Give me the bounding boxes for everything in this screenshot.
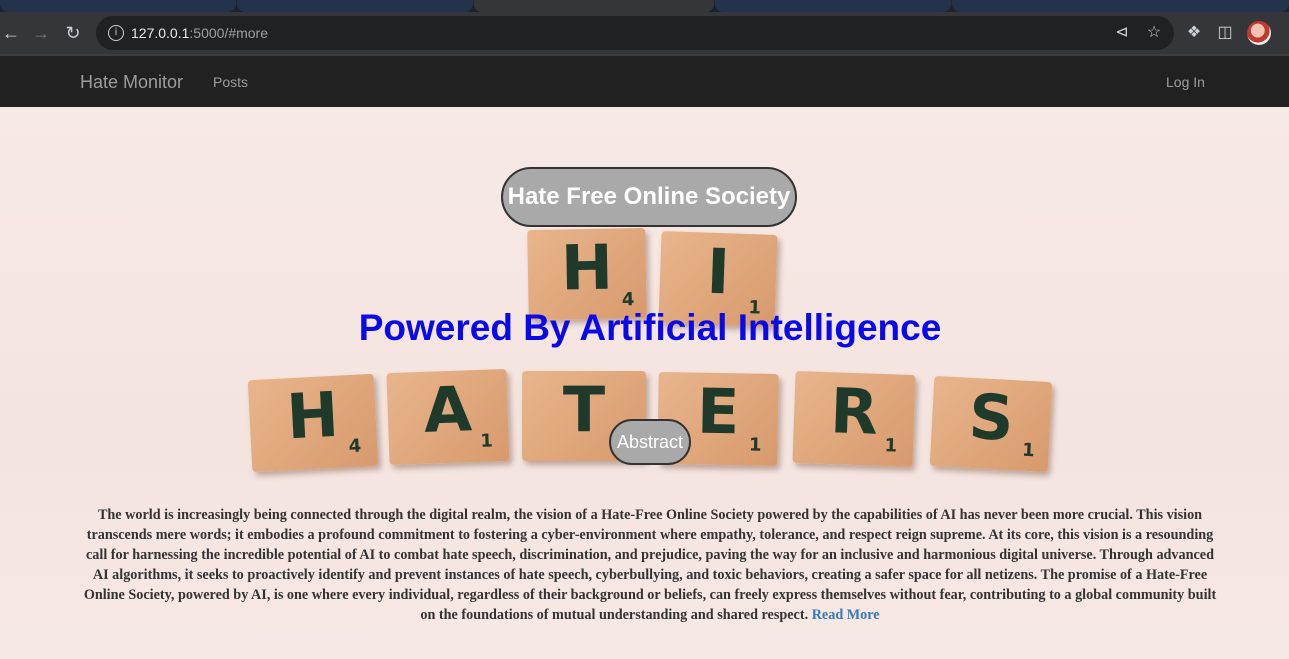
brand-link[interactable]: Hate Monitor [80, 72, 183, 93]
browser-tab-active[interactable] [474, 0, 714, 12]
tile-score: 1 [479, 430, 494, 452]
reload-icon[interactable]: ↻ [62, 22, 84, 44]
read-more-link[interactable]: Read More [812, 607, 880, 623]
abstract-paragraph: The world is increasingly being connecte… [80, 505, 1220, 625]
scrabble-tile-r: R 1 [792, 370, 916, 468]
url-path: :5000/#more [189, 25, 268, 41]
site-info-icon[interactable]: i [108, 25, 124, 41]
browser-tab[interactable] [715, 0, 951, 12]
address-bar[interactable]: i 127.0.0.1:5000/#more ⊲ ☆ [96, 16, 1174, 50]
side-panel-icon[interactable]: ◫ [1214, 22, 1236, 44]
hero-headline: Powered By Artificial Intelligence [358, 307, 942, 348]
browser-tab[interactable] [952, 0, 1289, 12]
bookmark-star-icon[interactable]: ☆ [1144, 23, 1164, 43]
tab-strip [0, 0, 1289, 12]
tile-score: 1 [748, 434, 762, 456]
browser-toolbar: ← → ↻ i 127.0.0.1:5000/#more ⊲ ☆ ❖ ◫ [0, 12, 1289, 54]
hero-title-button[interactable]: Hate Free Online Society [501, 167, 797, 227]
extensions-icon[interactable]: ❖ [1183, 22, 1205, 44]
address-url[interactable]: 127.0.0.1:5000/#more [131, 25, 268, 41]
back-icon[interactable]: ← [0, 22, 22, 44]
scrabble-tile-h: H 4 [247, 373, 379, 473]
hero-section: H 4 I 1 H 4 A 1 T 1 E 1 R 1 S 1 Hate Fre… [0, 107, 1289, 659]
site-navbar: Hate Monitor Posts Log In [0, 56, 1289, 107]
url-host: 127.0.0.1 [131, 25, 190, 41]
scrabble-tile-a: A 1 [386, 368, 510, 466]
profile-avatar[interactable] [1247, 21, 1271, 45]
browser-tab[interactable] [237, 0, 473, 12]
abstract-body: The world is increasingly being connecte… [83, 507, 1217, 623]
tile-score: 1 [1021, 439, 1036, 462]
tile-score: 1 [884, 435, 898, 457]
abstract-button[interactable]: Abstract [609, 419, 691, 465]
share-icon[interactable]: ⊲ [1112, 23, 1132, 43]
scrabble-tile-s: S 1 [929, 375, 1053, 473]
browser-tab[interactable] [0, 0, 236, 12]
nav-posts-link[interactable]: Posts [213, 74, 248, 90]
forward-icon[interactable]: → [30, 22, 52, 44]
login-link[interactable]: Log In [1166, 74, 1205, 90]
tile-score: 4 [348, 435, 362, 458]
